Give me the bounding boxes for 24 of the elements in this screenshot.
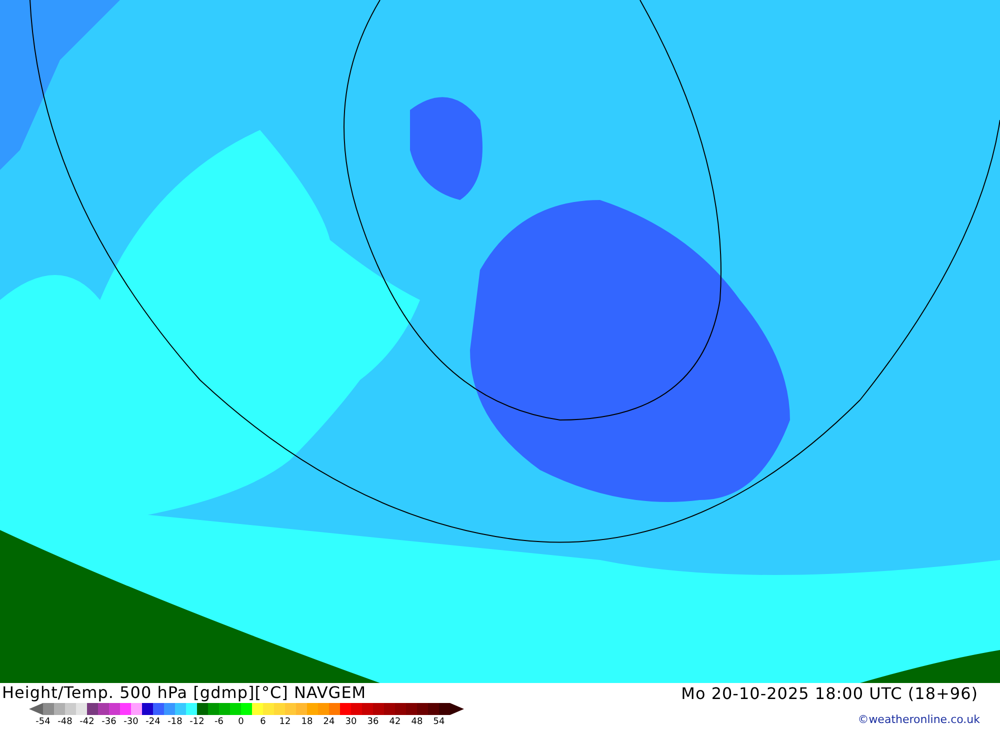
legend-tick-label: 30 [344,716,358,729]
legend-tick-label: 48 [410,716,424,729]
credit-link[interactable]: ©weatheronline.co.uk [858,713,980,726]
legend-tick-label: -48 [56,716,74,729]
legend-tick-label: -18 [166,716,184,729]
scale-right-arrow-icon [450,703,464,715]
legend-tick-label: 36 [366,716,380,729]
legend-tick-label: -24 [144,716,162,729]
valid-time: Mo 20-10-2025 18:00 UTC (18+96) [681,683,978,705]
legend-tick-label: 54 [432,716,446,729]
legend-tick-label: -54 [34,716,52,729]
legend-tick-label: -30 [122,716,140,729]
map-title: Height/Temp. 500 hPa [gdmp][°C] NAVGEM [2,683,368,703]
legend-tick-label: 12 [278,716,292,729]
scale-left-arrow-icon [29,703,43,715]
legend-tick-label: 42 [388,716,402,729]
legend-tick-label: -36 [100,716,118,729]
legend-tick-label: -6 [214,716,224,729]
legend-tick-label: -42 [78,716,96,729]
legend-tick-label: -12 [188,716,206,729]
legend-tick-label: 0 [237,716,245,729]
legend-tick-label: 24 [322,716,336,729]
legend-tick-label: 6 [259,716,267,729]
legend-tick-label: 18 [300,716,314,729]
